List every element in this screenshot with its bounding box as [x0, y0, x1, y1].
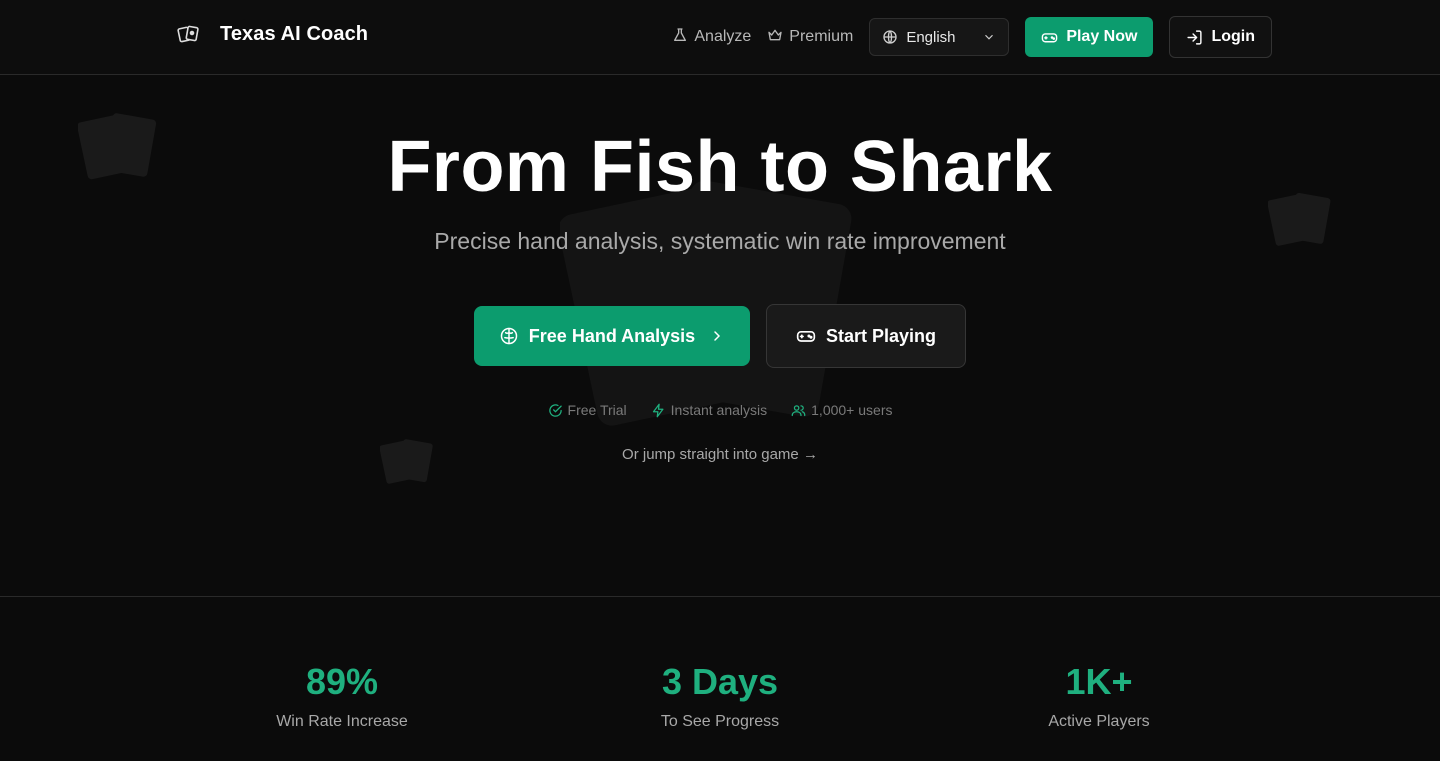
gamepad-icon	[1041, 29, 1058, 46]
cards-logo-icon	[176, 22, 200, 46]
stat-progress: 3 Days To See Progress	[570, 661, 870, 731]
nav-premium-label: Premium	[789, 28, 854, 45]
stat-value: 1K+	[1065, 661, 1133, 702]
feature-label: Free Trial	[567, 402, 627, 418]
nav-premium-link[interactable]: Premium	[767, 27, 853, 48]
free-hand-analysis-button[interactable]: Free Hand Analysis	[474, 306, 750, 366]
nav-analyze-label: Analyze	[694, 28, 752, 45]
login-icon	[1186, 29, 1203, 46]
check-circle-icon	[548, 403, 563, 418]
play-now-label: Play Now	[1066, 28, 1138, 45]
stat-players: 1K+ Active Players	[949, 661, 1249, 731]
chevron-right-icon	[709, 328, 725, 344]
start-playing-button[interactable]: Start Playing	[766, 304, 966, 368]
crown-icon	[767, 27, 783, 48]
stat-value: 89%	[305, 661, 379, 702]
top-nav-bar: Texas AI Coach Analyze Premium English P…	[0, 0, 1440, 75]
feature-label: 1,000+ users	[811, 402, 893, 418]
lightning-icon	[651, 403, 666, 418]
free-hand-analysis-label: Free Hand Analysis	[528, 325, 696, 346]
start-playing-label: Start Playing	[825, 325, 937, 346]
language-select[interactable]: English	[869, 18, 1010, 56]
play-now-button[interactable]: Play Now	[1025, 17, 1154, 57]
globe-icon	[882, 29, 898, 45]
stat-label: Win Rate Increase	[276, 713, 408, 730]
hero-section: From Fish to Shark Precise hand analysis…	[0, 76, 1440, 596]
chevron-down-icon	[982, 30, 996, 44]
stat-win-rate: 89% Win Rate Increase	[192, 661, 492, 731]
cta-group: Free Hand Analysis Start Playing	[474, 304, 966, 368]
gamepad-icon	[796, 326, 816, 346]
hero-subtitle: Precise hand analysis, systematic win ra…	[434, 228, 1006, 254]
language-value: English	[906, 28, 956, 46]
stat-value: 3 Days	[661, 661, 779, 702]
feature-instant-analysis: Instant analysis	[651, 402, 768, 418]
stat-label: To See Progress	[660, 713, 780, 730]
brand-link[interactable]: Texas AI Coach	[176, 22, 368, 46]
stat-label: Active Players	[1048, 713, 1150, 730]
jump-to-game-link[interactable]: Or jump straight into game →	[0, 446, 1440, 463]
feature-free-trial: Free Trial	[548, 402, 627, 418]
login-label: Login	[1211, 28, 1255, 45]
brain-icon	[499, 326, 519, 346]
flask-icon	[672, 27, 688, 48]
feature-label: Instant analysis	[670, 402, 768, 418]
feature-list: Free Trial Instant analysis 1,000+ users	[0, 402, 1440, 418]
nav-menu: Analyze Premium English Play Now Login	[672, 16, 1272, 58]
hero-title: From Fish to Shark	[387, 127, 1053, 207]
users-icon	[791, 403, 806, 418]
stats-section: 89% Win Rate Increase 3 Days To See Prog…	[0, 596, 1440, 761]
feature-users: 1,000+ users	[791, 402, 892, 418]
nav-analyze-link[interactable]: Analyze	[672, 27, 751, 48]
brand-title: Texas AI Coach	[220, 22, 369, 45]
login-button[interactable]: Login	[1169, 16, 1272, 58]
